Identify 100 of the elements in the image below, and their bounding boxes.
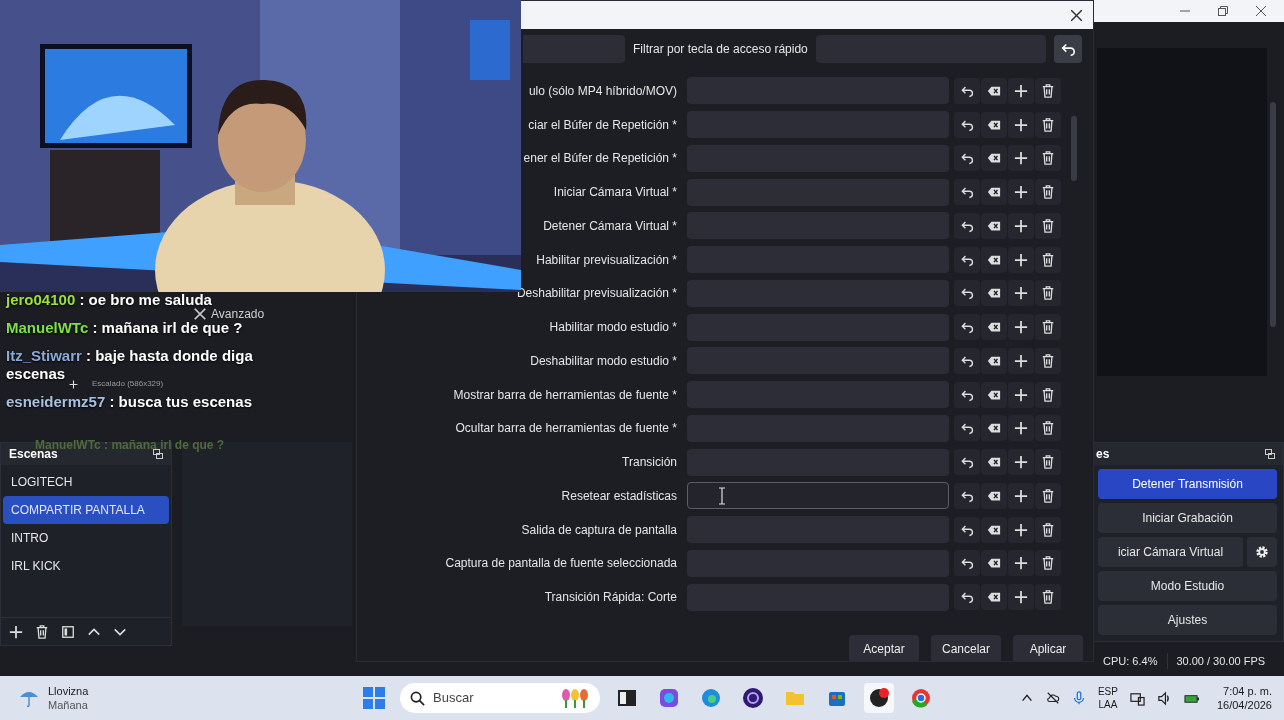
scene-item[interactable]: COMPARTIR PANTALLA [3, 496, 169, 524]
control-button[interactable]: Detener Transmisión [1098, 469, 1277, 499]
revert-button[interactable] [954, 415, 980, 442]
revert-button[interactable] [954, 212, 980, 239]
scene-item[interactable]: IRL KICK [3, 552, 169, 580]
remove-button[interactable] [1035, 179, 1061, 206]
add-button[interactable] [1008, 482, 1034, 509]
revert-button[interactable] [954, 381, 980, 408]
revert-button[interactable] [954, 314, 980, 341]
remove-button[interactable] [1035, 584, 1061, 611]
add-button[interactable] [1008, 550, 1034, 577]
search-field[interactable]: Buscar [400, 683, 600, 713]
trash-icon [1041, 590, 1055, 605]
clear-button[interactable] [981, 280, 1007, 307]
revert-button[interactable] [954, 77, 980, 104]
control-button[interactable]: iciar Cámara Virtual [1098, 537, 1243, 567]
clear-button[interactable] [981, 77, 1007, 104]
remove-button[interactable] [1035, 482, 1061, 509]
trash-icon [1041, 252, 1055, 267]
hotkey-label: ulo (sólo MP4 híbrido/MOV) [527, 82, 677, 100]
add-button[interactable] [1008, 415, 1034, 442]
add-button[interactable] [1008, 77, 1034, 104]
add-button[interactable] [1008, 347, 1034, 374]
hotkey-label: Ocultar barra de herramientas de fuente * [454, 420, 677, 438]
remove-button[interactable] [1035, 246, 1061, 273]
dialog-button[interactable]: Aplicar [1013, 635, 1083, 661]
clear-button[interactable] [981, 212, 1007, 239]
remove-button[interactable] [1035, 550, 1061, 577]
undo-icon [960, 185, 974, 200]
remove-button[interactable] [1035, 347, 1061, 374]
revert-button[interactable] [954, 347, 980, 374]
revert-button[interactable] [954, 482, 980, 509]
add-button[interactable] [1008, 314, 1034, 341]
add-button[interactable] [1008, 212, 1034, 239]
clear-button[interactable] [981, 482, 1007, 509]
remove-button[interactable] [1035, 314, 1061, 341]
remove-button[interactable] [1035, 381, 1061, 408]
clear-button[interactable] [981, 516, 1007, 543]
clear-button[interactable] [981, 415, 1007, 442]
remove-button[interactable] [1035, 415, 1061, 442]
remove-button[interactable] [1035, 516, 1061, 543]
clear-button[interactable] [981, 314, 1007, 341]
dialog-button[interactable]: Aceptar [849, 635, 919, 661]
add-button[interactable] [1008, 584, 1034, 611]
clear-button[interactable] [981, 145, 1007, 172]
clear-button[interactable] [981, 246, 1007, 273]
clear-button[interactable] [981, 550, 1007, 577]
undock-icon [1265, 449, 1275, 459]
add-button[interactable] [1008, 179, 1034, 206]
scene-item[interactable]: INTRO [3, 524, 169, 552]
hotkey-label: Resetear estadísticas [560, 487, 677, 505]
undo-icon [960, 151, 974, 166]
remove-button[interactable] [1035, 212, 1061, 239]
add-button[interactable] [1008, 246, 1034, 273]
add-button[interactable] [1008, 280, 1034, 307]
revert-button[interactable] [954, 111, 980, 138]
settings-button[interactable] [1247, 537, 1277, 567]
revert-button[interactable] [954, 449, 980, 476]
remove-button[interactable] [1035, 77, 1061, 104]
revert-button[interactable] [954, 246, 980, 273]
clear-button[interactable] [981, 111, 1007, 138]
dialog-button[interactable]: Cancelar [931, 635, 1001, 661]
hotkey-label: ciar el Búfer de Repetición * [527, 116, 677, 134]
hotkey-label: ener el Búfer de Repetición * [522, 150, 677, 168]
filter-icon [61, 624, 75, 639]
clear-button[interactable] [981, 449, 1007, 476]
control-button[interactable]: Ajustes [1098, 605, 1277, 635]
revert-button[interactable] [954, 584, 980, 611]
clear-button[interactable] [981, 584, 1007, 611]
revert-button[interactable] [954, 280, 980, 307]
remove-button[interactable] [1035, 111, 1061, 138]
remove-button[interactable] [1035, 145, 1061, 172]
remove-button[interactable] [1035, 280, 1061, 307]
add-button[interactable] [1008, 449, 1034, 476]
revert-button[interactable] [954, 516, 980, 543]
revert-button[interactable] [954, 550, 980, 577]
taskbar-app-button[interactable] [864, 683, 894, 713]
undo-icon [960, 421, 974, 436]
windows-icon [363, 687, 385, 709]
clock-time: 7:04 p. m. [1223, 684, 1272, 698]
revert-button[interactable] [954, 145, 980, 172]
clear-button[interactable] [981, 179, 1007, 206]
control-button[interactable]: Iniciar Grabación [1098, 503, 1277, 533]
control-button[interactable]: Modo Estudio [1098, 571, 1277, 601]
hotkey-label: Deshabilitar modo estudio * [529, 352, 677, 370]
hotkey-field[interactable] [687, 482, 949, 510]
start-button[interactable] [360, 684, 388, 712]
add-button[interactable] [1008, 381, 1034, 408]
speaker-icon [1156, 690, 1172, 706]
revert-button[interactable] [954, 179, 980, 206]
trash-icon [1041, 455, 1055, 470]
add-button[interactable] [1008, 111, 1034, 138]
scene-item[interactable]: LOGITECH [3, 468, 169, 496]
remove-button[interactable] [1035, 449, 1061, 476]
clear-button[interactable] [981, 381, 1007, 408]
add-icon [1014, 218, 1028, 233]
clear-button[interactable] [981, 347, 1007, 374]
add-button[interactable] [1008, 145, 1034, 172]
add-button[interactable] [1008, 516, 1034, 543]
reset-button[interactable] [1053, 35, 1082, 63]
